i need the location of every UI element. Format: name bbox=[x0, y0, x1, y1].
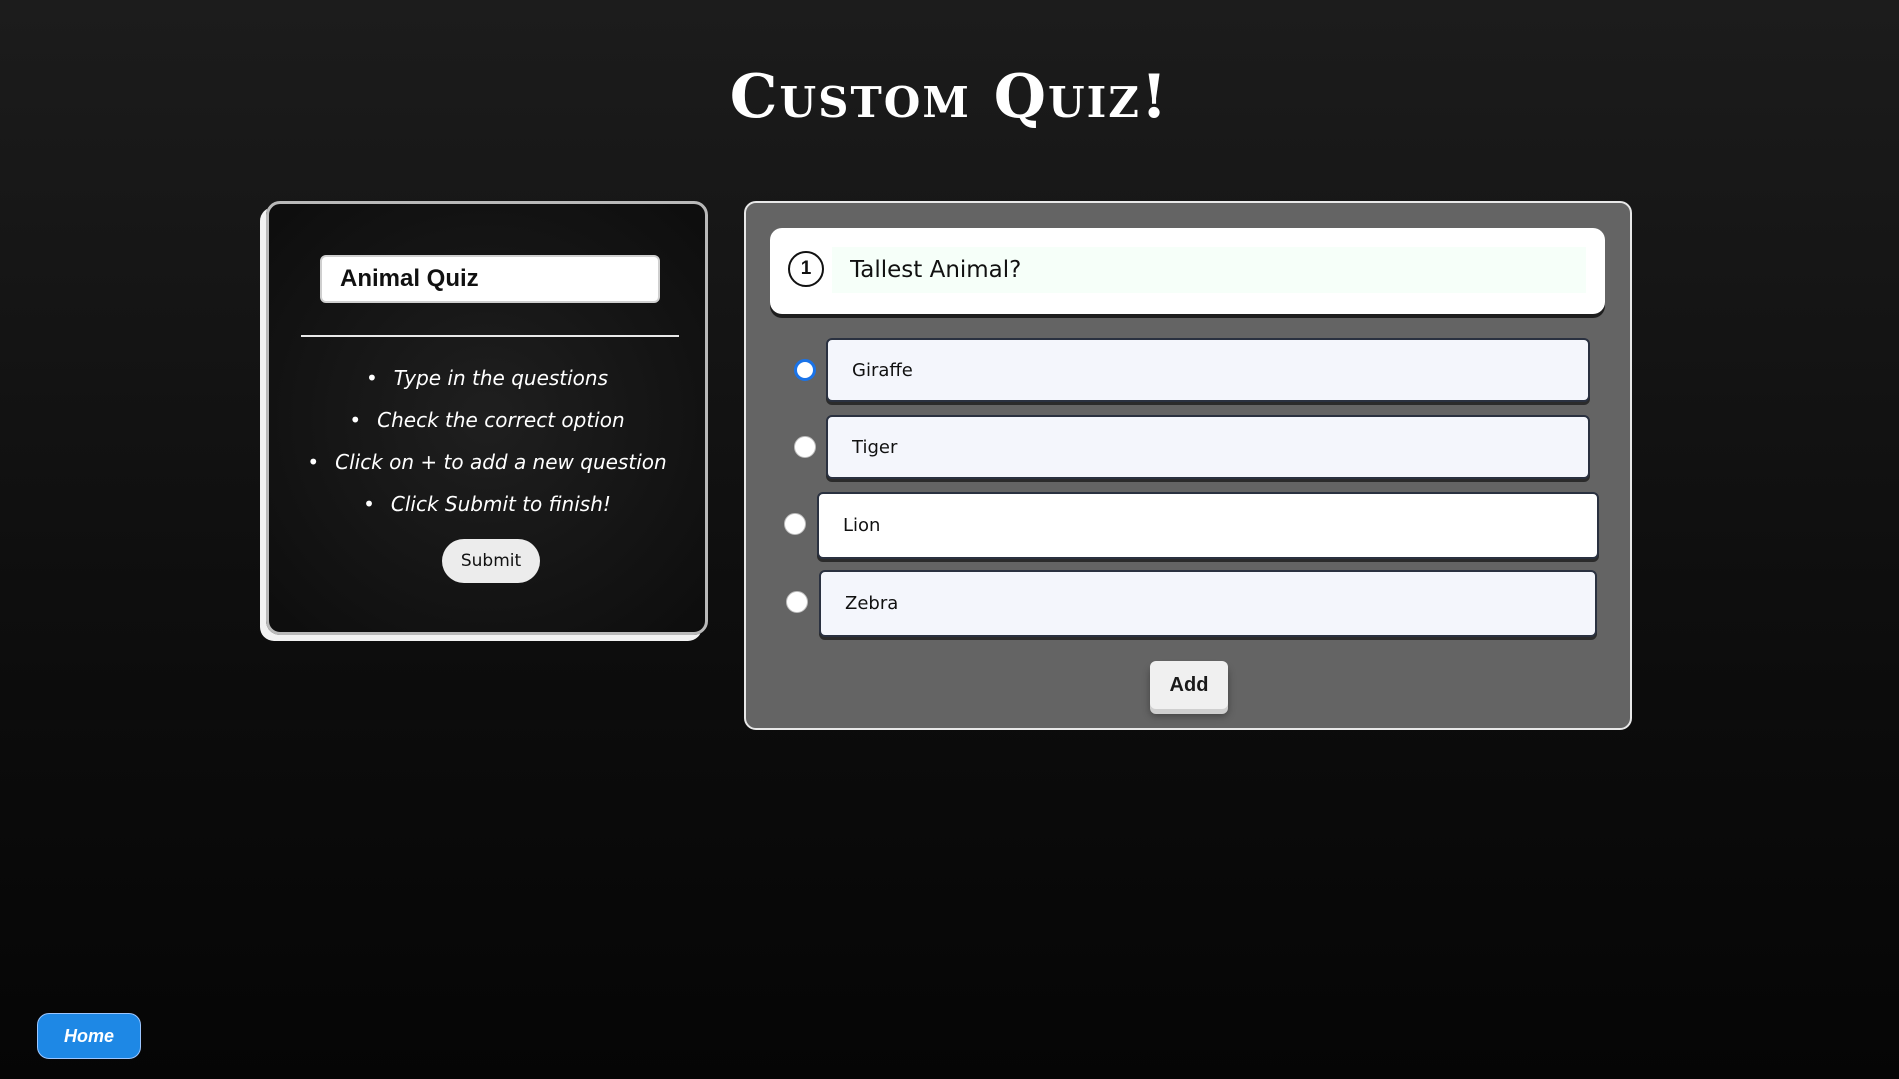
instruction-item: Click Submit to finish! bbox=[269, 483, 705, 525]
instructions-list: Type in the questions Check the correct … bbox=[269, 357, 705, 525]
instruction-item: Click on + to add a new question bbox=[269, 441, 705, 483]
option-input-4[interactable] bbox=[819, 570, 1597, 637]
option-row bbox=[746, 415, 1634, 481]
home-button[interactable]: Home bbox=[37, 1013, 141, 1059]
option-radio-3[interactable] bbox=[784, 513, 806, 535]
instruction-item: Type in the questions bbox=[269, 357, 705, 399]
question-card: 1 bbox=[770, 228, 1605, 314]
option-radio-2[interactable] bbox=[794, 436, 816, 458]
question-editor-panel: 1 Add bbox=[744, 201, 1632, 730]
option-radio-4[interactable] bbox=[786, 591, 808, 613]
quiz-name-input[interactable] bbox=[320, 255, 660, 303]
instruction-item: Check the correct option bbox=[269, 399, 705, 441]
quiz-settings-panel: Type in the questions Check the correct … bbox=[266, 201, 708, 635]
option-row bbox=[746, 338, 1634, 404]
question-number-badge: 1 bbox=[788, 251, 824, 287]
option-input-1[interactable] bbox=[826, 338, 1590, 402]
question-text-input[interactable] bbox=[832, 247, 1586, 293]
option-row bbox=[746, 492, 1634, 559]
option-radio-1[interactable] bbox=[794, 359, 816, 381]
option-input-2[interactable] bbox=[826, 415, 1590, 479]
option-row bbox=[746, 570, 1634, 637]
submit-button[interactable]: Submit bbox=[442, 539, 540, 583]
option-input-3[interactable] bbox=[817, 492, 1599, 559]
divider bbox=[301, 335, 679, 337]
page-title: Custom Quiz! bbox=[729, 62, 1170, 132]
add-question-button[interactable]: Add bbox=[1150, 661, 1228, 709]
